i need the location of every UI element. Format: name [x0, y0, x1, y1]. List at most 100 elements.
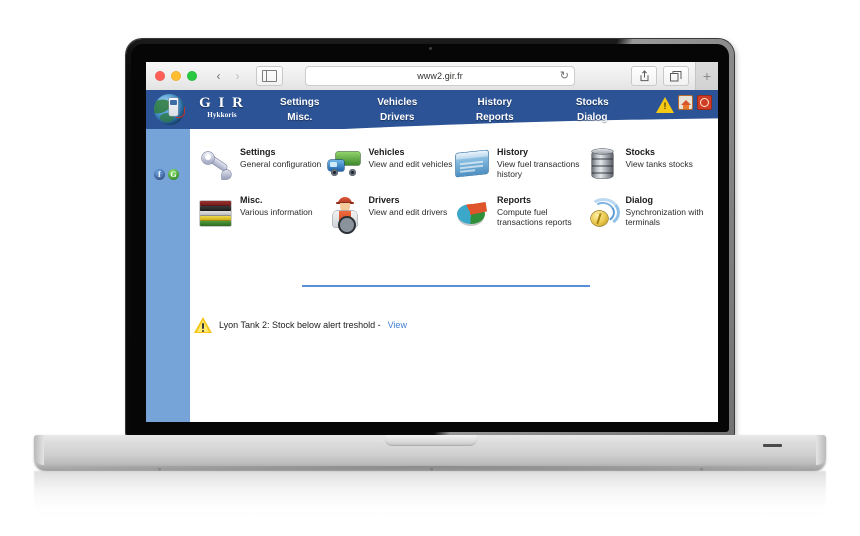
nav-label-settings[interactable]: Settings	[280, 97, 319, 108]
back-icon[interactable]: ‹	[209, 67, 228, 85]
web-page: G I R Hykkoris Settings Misc. Vehicles D…	[146, 90, 718, 422]
module-text: Dialog Synchronization with terminals	[626, 194, 713, 227]
module-text: Misc. Various information	[240, 194, 313, 217]
module-title[interactable]: Settings	[240, 147, 321, 158]
maximize-window-button[interactable]	[187, 71, 197, 81]
nav-label-drivers[interactable]: Drivers	[349, 110, 447, 125]
nav-label-history[interactable]: History	[478, 97, 512, 108]
app-logo[interactable]	[153, 93, 187, 126]
share-button[interactable]	[631, 66, 657, 86]
alert-message: Lyon Tank 2: Stock below alert treshold …	[219, 320, 381, 330]
home-icon[interactable]	[678, 95, 693, 110]
forward-icon[interactable]: ›	[228, 67, 247, 85]
laptop-mockup: ‹ › www2.gir.fr ↻ + G I R Hykkoris Setti…	[0, 0, 860, 536]
module-vehicles[interactable]: Vehicles View and edit vehicles	[327, 146, 456, 182]
sync-icon	[584, 194, 622, 230]
laptop-base-left-edge	[34, 435, 44, 465]
facebook-icon[interactable]: f	[154, 169, 165, 180]
nav-item-vehicles-drivers[interactable]: Vehicles Drivers	[349, 93, 447, 126]
url-text[interactable]: www2.gir.fr	[306, 71, 574, 81]
share-icon	[640, 70, 648, 82]
close-window-button[interactable]	[155, 71, 165, 81]
module-text: Settings General configuration	[240, 146, 321, 169]
browser-window: ‹ › www2.gir.fr ↻ + G I R Hykkoris Setti…	[146, 62, 718, 422]
module-description: Compute fuel transactions reports	[497, 207, 572, 227]
minimize-window-button[interactable]	[171, 71, 181, 81]
alert-warning-icon	[194, 317, 212, 333]
module-text: History View fuel transactions history	[497, 146, 584, 179]
laptop-reflection	[34, 471, 826, 519]
left-sidebar: f G	[146, 129, 190, 422]
module-grid: Settings General configuration Vehicles …	[198, 146, 713, 234]
fuel-pump-head-icon	[170, 100, 177, 105]
alert-view-link[interactable]: View	[388, 320, 407, 330]
window-icon	[455, 146, 491, 182]
nav-item-settings-misc[interactable]: Settings Misc.	[251, 93, 349, 126]
pie-chart-icon	[455, 194, 491, 230]
sidebar-icon	[262, 70, 277, 82]
module-description: General configuration	[240, 159, 322, 169]
tabs-icon	[670, 70, 682, 81]
show-tabs-button[interactable]	[663, 66, 689, 86]
nav-label-reports[interactable]: Reports	[446, 110, 544, 125]
address-bar[interactable]: www2.gir.fr ↻	[305, 66, 575, 86]
logout-icon[interactable]	[697, 95, 712, 110]
wrench-icon	[198, 146, 234, 182]
laptop-base-notch	[385, 435, 477, 446]
nav-label-vehicles[interactable]: Vehicles	[377, 97, 417, 108]
module-settings[interactable]: Settings General configuration	[198, 146, 327, 182]
module-text: Vehicles View and edit vehicles	[369, 146, 453, 169]
logout-glyph	[700, 98, 709, 107]
module-misc[interactable]: Misc. Various information	[198, 194, 327, 230]
module-dialog[interactable]: Dialog Synchronization with terminals	[584, 194, 713, 230]
laptop-base-marking	[763, 444, 782, 447]
section-divider	[302, 285, 590, 287]
window-controls[interactable]	[155, 71, 197, 81]
barrel-icon	[584, 146, 620, 182]
module-description: View and edit drivers	[368, 207, 448, 217]
nav-label-dialog[interactable]: Dialog	[544, 110, 642, 125]
sidebar-toggle-button[interactable]	[256, 66, 283, 86]
truck-icon	[327, 146, 363, 182]
home-glyph	[680, 100, 691, 109]
module-title[interactable]: Vehicles	[369, 147, 453, 158]
module-description: Various information	[240, 207, 313, 217]
alert-banner: Lyon Tank 2: Stock below alert treshold …	[194, 317, 407, 333]
browser-toolbar: ‹ › www2.gir.fr ↻ +	[146, 62, 718, 91]
module-text: Drivers View and edit drivers	[369, 194, 448, 217]
nav-item-history-reports[interactable]: History Reports	[446, 93, 544, 126]
books-icon	[198, 194, 234, 230]
social-icon-group: f G	[154, 169, 179, 180]
header-icon-group	[656, 94, 712, 113]
navigation-buttons[interactable]: ‹ ›	[209, 67, 247, 85]
module-title[interactable]: Stocks	[626, 147, 693, 158]
brand-name: G I R	[199, 95, 245, 111]
module-title[interactable]: Misc.	[240, 195, 313, 206]
nav-item-stocks-dialog[interactable]: Stocks Dialog	[544, 93, 642, 126]
nav-label-stocks[interactable]: Stocks	[576, 97, 609, 108]
module-title[interactable]: History	[497, 147, 584, 158]
driver-icon	[327, 194, 363, 234]
module-description: Synchronization with terminals	[625, 207, 704, 227]
module-title[interactable]: Reports	[497, 195, 584, 206]
google-icon[interactable]: G	[168, 169, 179, 180]
module-description: View fuel transactions history	[497, 159, 580, 179]
module-description: View and edit vehicles	[368, 159, 453, 169]
brand-tagline: Hykkoris	[207, 111, 237, 119]
warning-icon[interactable]	[656, 97, 674, 113]
module-text: Stocks View tanks stocks	[626, 146, 693, 169]
fuel-hose-icon	[176, 107, 185, 118]
new-tab-button[interactable]: +	[695, 62, 718, 90]
module-title[interactable]: Drivers	[369, 195, 448, 206]
module-stocks[interactable]: Stocks View tanks stocks	[584, 146, 713, 182]
module-reports[interactable]: Reports Compute fuel transactions report…	[455, 194, 584, 230]
module-drivers[interactable]: Drivers View and edit drivers	[327, 194, 456, 234]
module-title[interactable]: Dialog	[626, 195, 713, 206]
reload-icon[interactable]: ↻	[560, 69, 569, 83]
module-history[interactable]: History View fuel transactions history	[455, 146, 584, 182]
nav-label-misc[interactable]: Misc.	[251, 110, 349, 125]
brand-block: G I R Hykkoris	[191, 95, 253, 119]
main-navigation: Settings Misc. Vehicles Drivers History …	[251, 93, 641, 126]
module-text: Reports Compute fuel transactions report…	[497, 194, 584, 227]
module-description: View tanks stocks	[625, 159, 693, 169]
